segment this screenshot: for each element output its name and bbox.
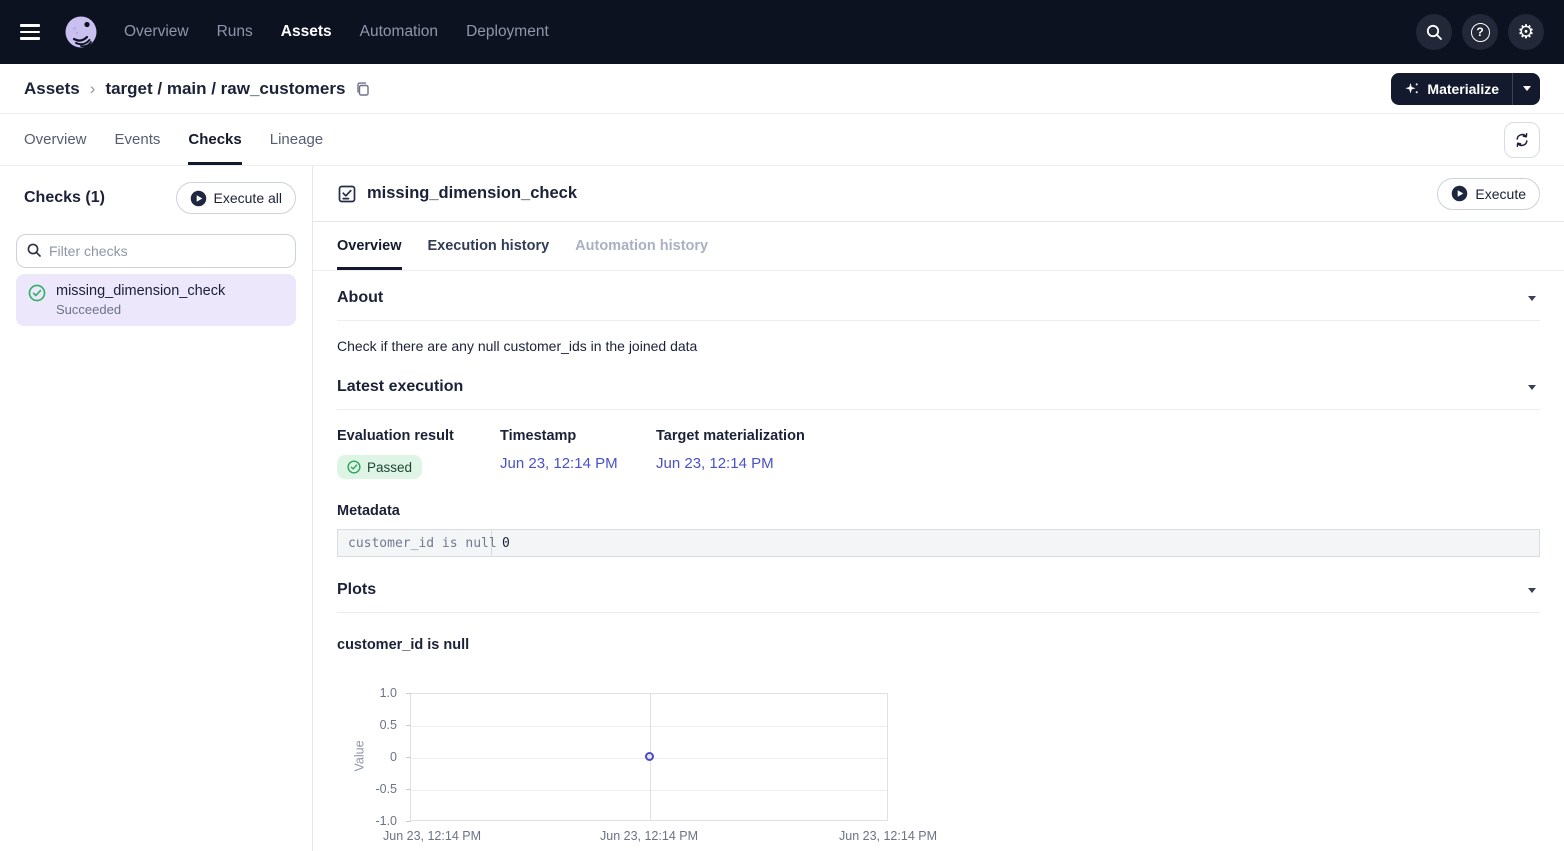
help-icon: ? [1471, 23, 1490, 42]
chevron-down-icon [1528, 385, 1536, 390]
breadcrumb-asset-path: target / main / raw_customers [105, 79, 345, 99]
check-list-item[interactable]: missing_dimension_check Succeeded [16, 274, 296, 326]
primary-nav: Overview Runs Assets Automation Deployme… [124, 23, 549, 41]
refresh-icon [1513, 131, 1531, 149]
nav-item-automation[interactable]: Automation [360, 23, 438, 41]
search-icon [26, 242, 43, 259]
asset-check-icon [337, 184, 357, 204]
execute-button[interactable]: Execute [1437, 178, 1540, 210]
chevron-down-icon [1523, 86, 1531, 91]
latest-execution-section-header: Latest execution [337, 354, 1540, 410]
evaluation-result-label: Evaluation result [337, 428, 500, 444]
top-nav: Overview Runs Assets Automation Deployme… [0, 0, 1564, 64]
tab-execution-history[interactable]: Execution history [428, 222, 550, 270]
search-button[interactable] [1416, 14, 1452, 50]
materialize-dropdown-button[interactable] [1512, 73, 1540, 105]
copy-icon [355, 81, 371, 97]
nav-item-assets[interactable]: Assets [281, 23, 332, 41]
play-icon [190, 190, 207, 207]
chart-title: customer_id is null [337, 637, 1540, 653]
tab-events[interactable]: Events [115, 114, 161, 165]
metadata-key: customer_id is null [338, 530, 492, 556]
execute-all-button[interactable]: Execute all [176, 182, 296, 214]
timestamp-label: Timestamp [500, 428, 656, 444]
latest-execution-heading: Latest execution [337, 378, 463, 396]
check-detail-title: missing_dimension_check [367, 184, 577, 203]
dagster-logo-icon[interactable] [64, 15, 98, 49]
sparkle-icon [1404, 81, 1420, 97]
tab-overview[interactable]: Overview [24, 114, 87, 165]
help-button[interactable]: ? [1462, 14, 1498, 50]
breadcrumb-assets-link[interactable]: Assets [24, 79, 80, 99]
timestamp-link[interactable]: Jun 23, 12:14 PM [500, 455, 656, 472]
check-detail-body: About Check if there are any null custom… [313, 271, 1564, 851]
plots-heading: Plots [337, 581, 376, 599]
app-window: Overview Runs Assets Automation Deployme… [0, 0, 1564, 851]
asset-header-row: Assets › target / main / raw_customers M… [0, 64, 1564, 114]
checks-list: missing_dimension_check Succeeded [16, 274, 296, 326]
breadcrumb-chevron-icon: › [90, 79, 96, 99]
value-chart: Value 1.0 0.5 0 -0.5 -1.0 [345, 685, 925, 851]
tab-automation-history: Automation history [575, 222, 708, 270]
nav-item-overview[interactable]: Overview [124, 23, 189, 41]
nav-item-deployment[interactable]: Deployment [466, 23, 549, 41]
search-icon [1425, 23, 1444, 42]
plots-section-header: Plots [337, 557, 1540, 613]
tab-lineage[interactable]: Lineage [270, 114, 323, 165]
chevron-down-icon [1528, 588, 1536, 593]
target-materialization-link[interactable]: Jun 23, 12:14 PM [656, 455, 805, 472]
check-detail-panel: missing_dimension_check Execute Overview… [313, 166, 1564, 851]
tab-check-overview[interactable]: Overview [337, 222, 402, 270]
copy-button[interactable] [355, 81, 371, 97]
checks-sidebar: Checks (1) Execute all [0, 166, 313, 851]
check-circle-icon [347, 460, 361, 474]
latest-execution-collapse-button[interactable] [1524, 381, 1540, 394]
check-description: Check if there are any null customer_ids… [337, 338, 1540, 354]
metadata-table: customer_id is null 0 [337, 529, 1540, 557]
asset-tabs-row: Overview Events Checks Lineage [0, 114, 1564, 166]
check-item-name: missing_dimension_check [56, 283, 225, 299]
check-detail-tabs: Overview Execution history Automation hi… [313, 222, 1564, 271]
materialize-button[interactable]: Materialize [1391, 73, 1512, 105]
nav-item-runs[interactable]: Runs [217, 23, 253, 41]
chevron-down-icon [1528, 296, 1536, 301]
refresh-button[interactable] [1504, 122, 1540, 158]
check-item-status: Succeeded [56, 302, 225, 317]
tab-checks[interactable]: Checks [188, 114, 241, 165]
about-section-header: About [337, 271, 1540, 321]
play-icon [1451, 185, 1468, 202]
materialize-split-button: Materialize [1391, 73, 1540, 105]
check-passed-icon [28, 283, 46, 317]
hamburger-menu-icon[interactable] [20, 18, 48, 46]
gear-icon: ⚙ [1517, 23, 1534, 42]
checks-panel-title: Checks (1) [24, 189, 105, 207]
latest-execution-grid: Evaluation result Passed Timestamp Jun 2… [337, 428, 1540, 479]
chart-data-point[interactable] [645, 752, 654, 761]
passed-badge: Passed [337, 455, 422, 479]
filter-checks-input[interactable] [16, 234, 296, 268]
settings-button[interactable]: ⚙ [1508, 14, 1544, 50]
metadata-value: 0 [492, 530, 1539, 556]
metadata-heading: Metadata [337, 503, 1540, 519]
about-collapse-button[interactable] [1524, 292, 1540, 305]
target-materialization-label: Target materialization [656, 428, 805, 444]
about-heading: About [337, 289, 383, 307]
plots-collapse-button[interactable] [1524, 584, 1540, 597]
